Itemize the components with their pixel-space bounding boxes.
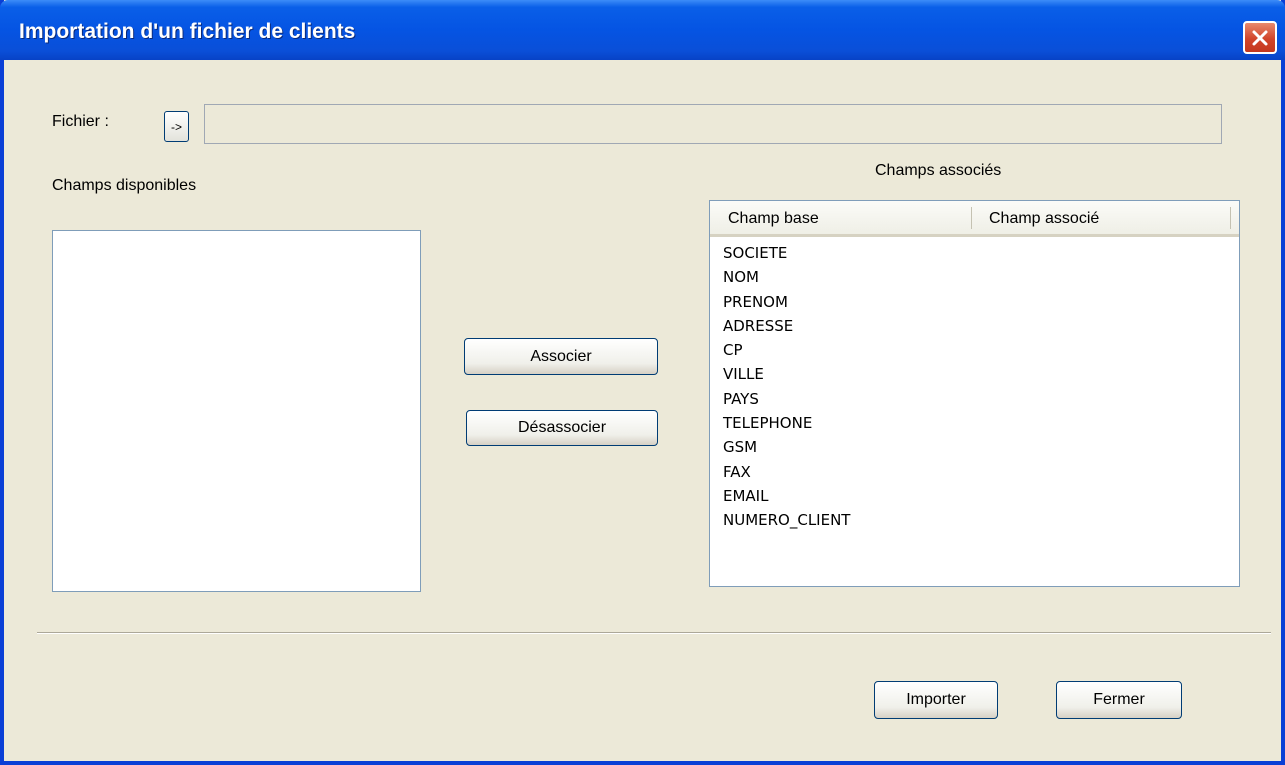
list-item[interactable]: ADRESSE — [723, 314, 850, 338]
list-item[interactable]: SOCIETE — [723, 241, 850, 265]
column-header-champ-base[interactable]: Champ base — [728, 210, 819, 228]
list-item[interactable]: PRENOM — [723, 290, 850, 314]
browse-file-button[interactable]: -> — [164, 111, 189, 142]
list-header: Champ base Champ associé — [710, 201, 1239, 237]
list-item[interactable]: VILLE — [723, 362, 850, 386]
close-window-button[interactable] — [1243, 21, 1277, 54]
title-bar[interactable]: Importation d'un fichier de clients — [0, 0, 1285, 60]
separator-line — [37, 632, 1271, 634]
list-item[interactable]: EMAIL — [723, 484, 850, 508]
column-separator[interactable] — [971, 207, 972, 229]
dissociate-button[interactable]: Désassocier — [466, 410, 658, 446]
list-item[interactable]: PAYS — [723, 387, 850, 411]
list-item[interactable]: CP — [723, 338, 850, 362]
associated-rows: SOCIETE NOM PRENOM ADRESSE CP VILLE PAYS… — [723, 241, 850, 533]
list-item[interactable]: NUMERO_CLIENT — [723, 508, 850, 532]
file-path-field[interactable] — [204, 104, 1222, 144]
list-item[interactable]: GSM — [723, 435, 850, 459]
associated-fields-label: Champs associés — [875, 162, 1002, 179]
associate-button[interactable]: Associer — [464, 338, 658, 375]
window-title: Importation d'un fichier de clients — [19, 20, 356, 43]
list-item[interactable]: NOM — [723, 265, 850, 289]
available-fields-label: Champs disponibles — [52, 177, 197, 194]
import-button[interactable]: Importer — [874, 681, 998, 719]
list-item[interactable]: TELEPHONE — [723, 411, 850, 435]
list-item[interactable]: FAX — [723, 460, 850, 484]
file-label: Fichier : — [52, 113, 109, 130]
column-separator[interactable] — [1230, 207, 1231, 229]
close-button[interactable]: Fermer — [1056, 681, 1182, 719]
import-dialog: Importation d'un fichier de clients Fich… — [0, 0, 1285, 765]
column-header-champ-associe[interactable]: Champ associé — [989, 210, 1099, 228]
available-fields-list[interactable] — [52, 230, 421, 592]
associated-fields-list[interactable]: Champ base Champ associé SOCIETE NOM PRE… — [709, 200, 1240, 587]
close-icon — [1251, 29, 1269, 47]
